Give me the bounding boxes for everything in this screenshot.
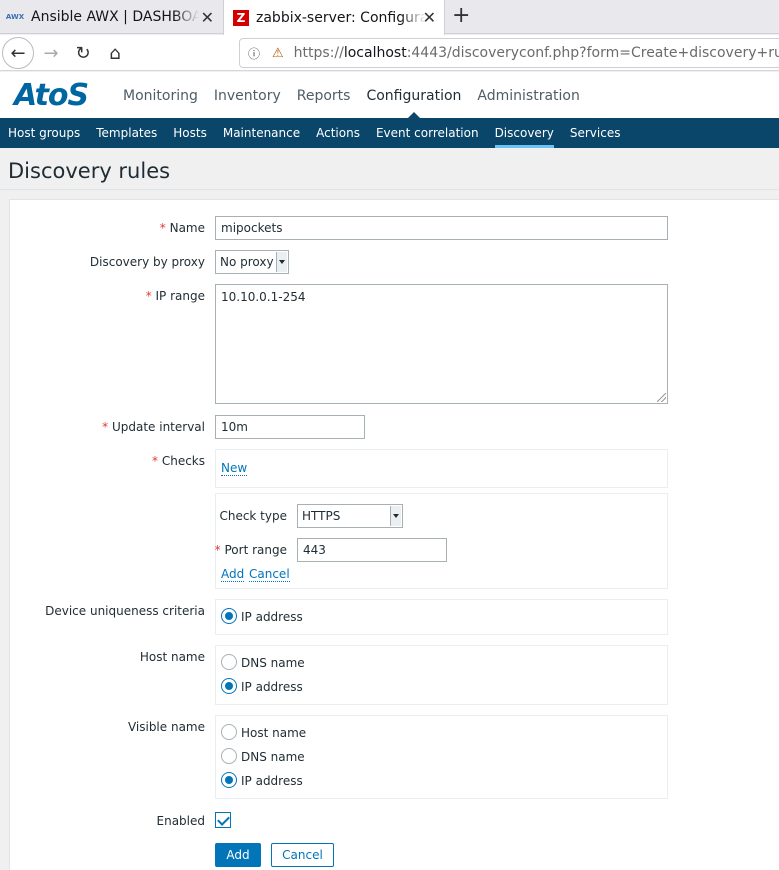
- checks-label: Checks: [152, 454, 205, 468]
- submenu-host-groups[interactable]: Host groups: [0, 118, 88, 148]
- menu-inventory[interactable]: Inventory: [206, 72, 289, 118]
- port-range-input[interactable]: [297, 538, 447, 562]
- submenu-templates[interactable]: Templates: [88, 118, 165, 148]
- menu-monitoring[interactable]: Monitoring: [115, 72, 206, 118]
- close-tab-icon[interactable]: ✕: [201, 8, 214, 27]
- new-tab-icon[interactable]: +: [452, 3, 470, 28]
- chevron-down-icon: [390, 506, 401, 526]
- visible-name-dns-radio[interactable]: [221, 748, 237, 764]
- host-name-ip-label[interactable]: IP address: [241, 680, 303, 694]
- submenu-maintenance[interactable]: Maintenance: [215, 118, 308, 148]
- uniqueness-ip-label[interactable]: IP address: [241, 610, 303, 624]
- atos-logo[interactable]: AtoS: [14, 78, 89, 113]
- proxy-select-value: No proxy: [220, 255, 274, 269]
- cancel-check-link[interactable]: Cancel: [249, 568, 290, 582]
- host-name-dns-radio[interactable]: [221, 654, 237, 670]
- uniqueness-ip-radio[interactable]: [221, 608, 237, 624]
- visible-name-host-radio[interactable]: [221, 724, 237, 740]
- info-icon[interactable]: ⓘ: [248, 45, 264, 62]
- insecure-lock-icon[interactable]: ⚠: [272, 46, 284, 61]
- host-name-box: [215, 645, 668, 705]
- visible-name-ip-radio[interactable]: [221, 772, 237, 788]
- url-prefix: https://: [293, 45, 344, 61]
- submenu-event-correlation[interactable]: Event correlation: [368, 118, 487, 148]
- home-icon[interactable]: ⌂: [99, 37, 131, 69]
- tab-title: zabbix-server: Configuration of discover…: [256, 9, 426, 26]
- url-host: localhost: [343, 45, 407, 61]
- ip-range-textarea[interactable]: 10.10.0.1-254: [215, 284, 668, 404]
- proxy-select[interactable]: No proxy: [215, 250, 289, 274]
- name-label: Name: [160, 221, 205, 235]
- tab-title: Ansible AWX | DASHBOARD: [31, 9, 199, 25]
- menu-administration[interactable]: Administration: [469, 72, 587, 118]
- main-menu: Monitoring Inventory Reports Configurati…: [115, 72, 588, 118]
- host-name-ip-radio[interactable]: [221, 678, 237, 694]
- visible-name-host-label[interactable]: Host name: [241, 726, 306, 740]
- check-type-value: HTTPS: [302, 509, 341, 523]
- proxy-label: Discovery by proxy: [89, 255, 205, 269]
- back-icon[interactable]: ←: [2, 37, 34, 69]
- enabled-checkbox[interactable]: [215, 812, 231, 828]
- host-name-dns-label[interactable]: DNS name: [241, 656, 305, 670]
- url-bar[interactable]: ⓘ ⚠ https://localhost:4443/discoveryconf…: [239, 38, 779, 68]
- reload-icon[interactable]: ↻: [67, 37, 99, 69]
- awx-favicon-icon: AWX: [5, 13, 25, 21]
- browser-navbar: ← → ↻ ⌂ ⓘ ⚠ https://localhost:4443/disco…: [0, 35, 779, 71]
- add-check-link[interactable]: Add: [221, 568, 245, 582]
- ip-range-label: IP range: [146, 289, 205, 303]
- uniqueness-label: Device uniqueness criteria: [45, 604, 205, 618]
- visible-name-label: Visible name: [127, 720, 205, 734]
- browser-tabbar: AWX Ansible AWX | DASHBOARD ✕ Z zabbix-s…: [0, 0, 779, 35]
- check-type-select[interactable]: HTTPS: [297, 504, 403, 528]
- page-title: Discovery rules: [8, 159, 171, 183]
- visible-name-dns-label[interactable]: DNS name: [241, 750, 305, 764]
- menu-configuration[interactable]: Configuration: [358, 72, 469, 118]
- resize-handle-icon[interactable]: [657, 393, 666, 402]
- host-name-label: Host name: [139, 650, 205, 664]
- submenu-services[interactable]: Services: [562, 118, 629, 148]
- port-range-label: Port range: [215, 543, 288, 557]
- browser-tab-zabbix[interactable]: Z zabbix-server: Configuration of discov…: [223, 0, 445, 35]
- submenu-actions[interactable]: Actions: [308, 118, 368, 148]
- browser-tab-awx[interactable]: AWX Ansible AWX | DASHBOARD ✕: [0, 0, 222, 34]
- menu-reports[interactable]: Reports: [289, 72, 359, 118]
- name-input[interactable]: [215, 216, 668, 240]
- enabled-label: Enabled: [156, 814, 206, 828]
- check-type-label: Check type: [219, 509, 287, 523]
- cancel-button[interactable]: Cancel: [271, 843, 334, 867]
- submenu-discovery[interactable]: Discovery: [487, 118, 562, 148]
- checks-list-box: [215, 449, 668, 488]
- update-interval-label: Update interval: [102, 420, 205, 434]
- divider: [0, 189, 779, 190]
- forward-icon[interactable]: →: [35, 37, 67, 69]
- sub-menu: Host groups Templates Hosts Maintenance …: [0, 118, 779, 148]
- ip-range-value: 10.10.0.1-254: [221, 290, 306, 304]
- chevron-down-icon: [276, 252, 287, 272]
- update-interval-input[interactable]: [215, 415, 365, 439]
- zabbix-favicon-icon: Z: [233, 9, 249, 26]
- close-tab-icon[interactable]: ✕: [423, 8, 436, 27]
- add-button[interactable]: Add: [215, 843, 261, 867]
- app-header: AtoS Monitoring Inventory Reports Config…: [0, 72, 779, 118]
- visible-name-ip-label[interactable]: IP address: [241, 774, 303, 788]
- url-rest: :4443/discoveryconf.php?form=Create+disc…: [406, 45, 779, 61]
- submenu-hosts[interactable]: Hosts: [165, 118, 215, 148]
- new-check-link[interactable]: New: [221, 462, 248, 476]
